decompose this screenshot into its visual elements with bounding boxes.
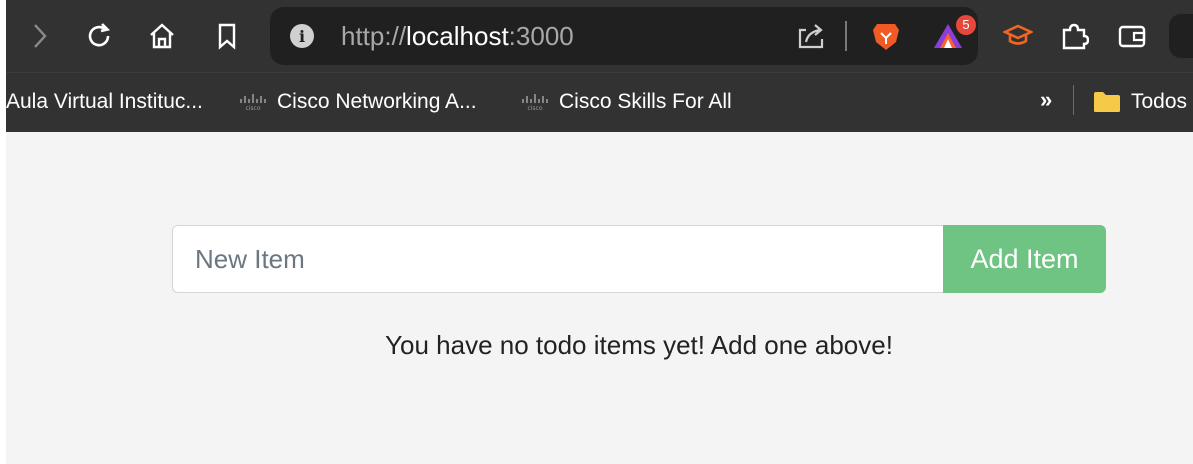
url-scheme: http://	[341, 21, 407, 51]
url-port: :3000	[508, 21, 574, 51]
bookmark-label: Aula Virtual Instituc...	[6, 90, 203, 113]
browser-window: i http://localhost:3000 5 Aula Virtual I…	[6, 0, 1193, 464]
url-host: localhost	[406, 21, 509, 51]
bookmark-button[interactable]	[211, 18, 243, 54]
info-icon[interactable]: i	[290, 24, 314, 48]
wallet-icon	[1118, 25, 1146, 48]
home-icon	[150, 23, 174, 49]
bookmarks-bar: Aula Virtual Instituc... cisco Cisco Net…	[6, 72, 1193, 132]
address-bar-divider	[845, 21, 847, 51]
folder-icon	[1094, 92, 1120, 112]
add-item-button[interactable]: Add Item	[943, 225, 1106, 293]
add-item-form: Add Item	[172, 225, 1106, 293]
home-button[interactable]	[146, 18, 178, 54]
rewards-badge: 5	[956, 15, 976, 35]
chevron-right-icon	[34, 24, 47, 48]
graduation-cap-icon	[1003, 24, 1033, 45]
share-icon	[798, 24, 824, 49]
profile-button[interactable]	[1169, 14, 1193, 58]
bookmarks-divider	[1073, 85, 1074, 115]
extensions-menu-button[interactable]	[1058, 18, 1090, 54]
address-bar[interactable]: i http://localhost:3000 5	[270, 7, 978, 65]
url-text[interactable]: http://localhost:3000	[341, 19, 574, 53]
extension-button[interactable]	[1002, 18, 1034, 54]
cisco-icon: cisco	[522, 94, 548, 111]
new-item-input[interactable]	[172, 225, 943, 293]
bookmark-item[interactable]: Aula Virtual Instituc...	[6, 73, 203, 131]
wallet-button[interactable]	[1116, 18, 1148, 54]
folder-label: Todos	[1131, 90, 1188, 113]
bookmark-icon	[218, 23, 236, 50]
forward-button[interactable]	[24, 18, 56, 54]
puzzle-piece-icon	[1062, 23, 1089, 50]
bookmark-label: Cisco Networking A...	[277, 90, 477, 113]
reload-icon	[88, 23, 111, 47]
bookmark-folder[interactable]: Todos	[1093, 73, 1187, 131]
todo-app: Add Item You have no todo items yet! Add…	[6, 132, 1193, 464]
svg-text:cisco: cisco	[245, 105, 260, 111]
bookmark-item[interactable]: cisco Cisco Networking A...	[239, 73, 477, 131]
reload-button[interactable]	[83, 18, 115, 54]
bookmarks-overflow-button[interactable]: »	[1040, 87, 1052, 113]
brave-lion-icon	[873, 24, 899, 50]
cisco-icon: cisco	[240, 94, 266, 111]
brave-shields-button[interactable]	[870, 18, 902, 54]
bookmark-item[interactable]: cisco Cisco Skills For All	[521, 73, 732, 131]
bookmark-label: Cisco Skills For All	[559, 90, 732, 113]
share-button[interactable]	[795, 18, 827, 54]
browser-toolbar: i http://localhost:3000 5	[6, 0, 1193, 72]
svg-text:cisco: cisco	[527, 105, 542, 111]
empty-state-message: You have no todo items yet! Add one abov…	[385, 330, 893, 360]
